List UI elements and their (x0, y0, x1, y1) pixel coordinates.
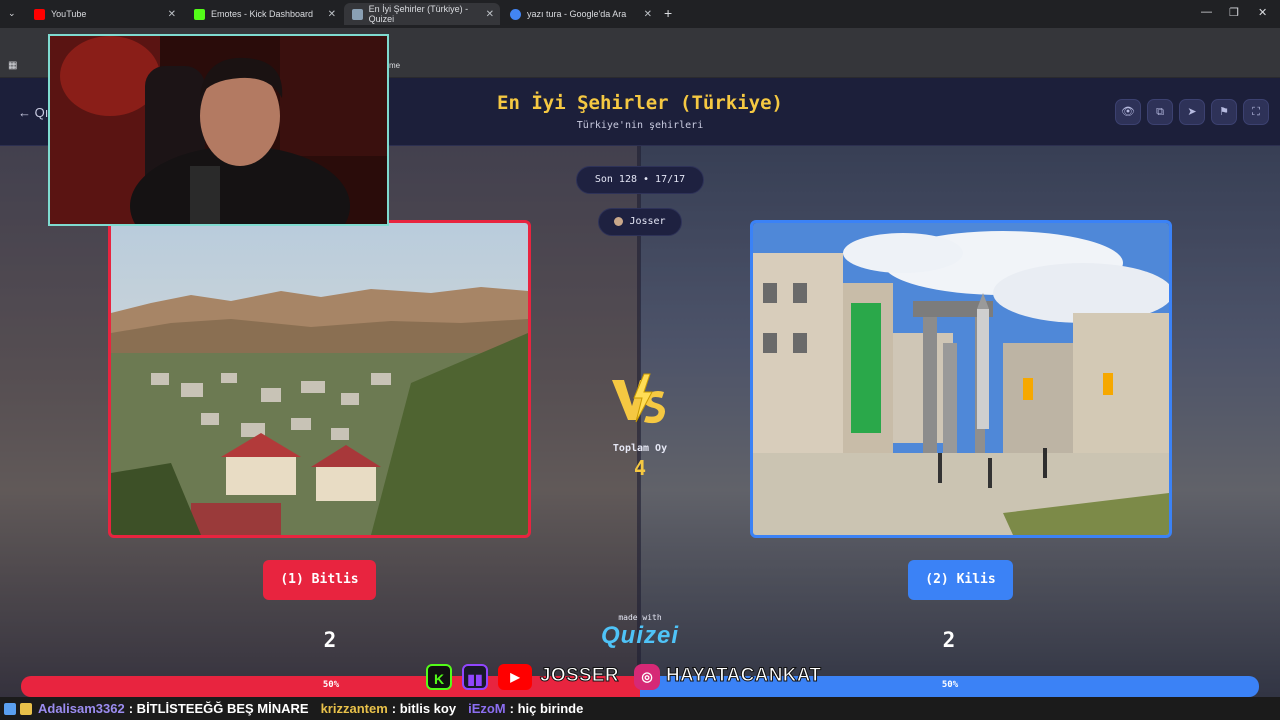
youtube-favicon-icon (34, 8, 45, 20)
kick-favicon-icon (194, 8, 205, 20)
tab-google[interactable]: yazı tura - Google'da Ara ✕ (502, 3, 658, 25)
total-votes-label: Toplam Oy (612, 443, 668, 454)
copy-icon[interactable]: ⧉ (1147, 99, 1173, 125)
twitch-icon: ▮▮ (462, 664, 488, 690)
stream-chat-ticker: Adalisam3362 : BİTLİSTEEĞĞ BEŞ MİNARE kr… (0, 697, 1280, 720)
eye-icon[interactable]: 👁 (1115, 99, 1141, 125)
close-icon[interactable]: ✕ (168, 9, 176, 20)
stream-social-overlay: K ▮▮ ▶ JOSSER ◎ HAYATACANKAT (424, 660, 821, 694)
close-icon[interactable]: ✕ (644, 9, 652, 20)
tab-label: En İyi Şehirler (Türkiye) - Quizei (368, 4, 469, 24)
youtube-handle: JOSSER (540, 665, 620, 687)
chat-username: Adalisam3362 (38, 701, 125, 716)
round-indicator: Son 128 • 17/17 (576, 166, 704, 194)
instagram-handle: HAYATACANKAT (665, 665, 822, 687)
close-window-icon[interactable]: ✕ (1258, 6, 1267, 19)
tab-quizei[interactable]: En İyi Şehirler (Türkiye) - Quizei ✕ (344, 3, 500, 25)
made-with-label: made with (618, 613, 662, 622)
player-badge: Josser (598, 208, 682, 236)
maximize-icon[interactable]: ❐ (1229, 6, 1239, 19)
browser-tab-bar: ⌄ YouTube ✕ Emotes - Kick Dashboard ✕ En… (0, 0, 1280, 28)
choice-right-button[interactable]: (2) Kilis (908, 560, 1013, 600)
player-name: Josser (629, 216, 666, 227)
chat-username: iEzoM (468, 701, 506, 716)
minimize-icon[interactable]: — (1201, 6, 1212, 18)
kilis-photo (753, 223, 1169, 535)
choice-left-button[interactable]: (1) Bitlis (263, 560, 376, 600)
vs-icon (612, 373, 665, 424)
instagram-icon: ◎ (634, 664, 660, 690)
left-vote-percent: 50% (322, 680, 340, 690)
right-vote-percent: 50% (941, 680, 959, 690)
badge-icon (20, 702, 32, 715)
chat-username: krizzantem (320, 701, 388, 716)
tab-label: Emotes - Kick Dashboard (211, 9, 314, 19)
tab-label: YouTube (51, 9, 87, 19)
new-tab-button[interactable]: + (664, 5, 672, 21)
chat-message: : hiç birinde (509, 701, 584, 716)
kick-icon: K (426, 664, 452, 690)
avatar (614, 216, 624, 226)
chat-message: : BİTLİSTEEĞĞ BEŞ MİNARE (128, 701, 309, 716)
flag-icon[interactable]: ⚑ (1211, 99, 1237, 125)
choice-left-image[interactable] (108, 220, 531, 538)
chat-message: : bitlis koy (391, 701, 457, 716)
close-icon[interactable]: ✕ (486, 9, 494, 20)
streamer-webcam (48, 34, 389, 226)
webcam-feed (50, 36, 387, 224)
apps-icon[interactable]: ▦ (8, 60, 17, 71)
google-favicon-icon (510, 8, 521, 20)
fullscreen-icon[interactable]: ⛶ (1243, 99, 1269, 125)
close-icon[interactable]: ✕ (328, 9, 336, 20)
left-vote-count: 2 (323, 628, 337, 652)
tab-search-icon[interactable]: ⌄ (8, 8, 16, 19)
send-icon[interactable]: ➤ (1179, 99, 1205, 125)
bitlis-photo (111, 223, 528, 535)
tab-youtube[interactable]: YouTube ✕ (26, 3, 182, 25)
youtube-icon: ▶ (498, 664, 532, 690)
badge-icon (4, 702, 16, 715)
quizei-logo[interactable]: Quizei (590, 622, 690, 650)
tab-label: yazı tura - Google'da Ara (527, 9, 627, 19)
total-votes-count: 4 (633, 456, 647, 480)
choice-right-image[interactable] (750, 220, 1172, 538)
tab-kick[interactable]: Emotes - Kick Dashboard ✕ (186, 3, 342, 25)
right-vote-count: 2 (942, 628, 956, 652)
bookmark-item[interactable]: me (389, 61, 400, 70)
quizei-favicon-icon (352, 8, 363, 20)
